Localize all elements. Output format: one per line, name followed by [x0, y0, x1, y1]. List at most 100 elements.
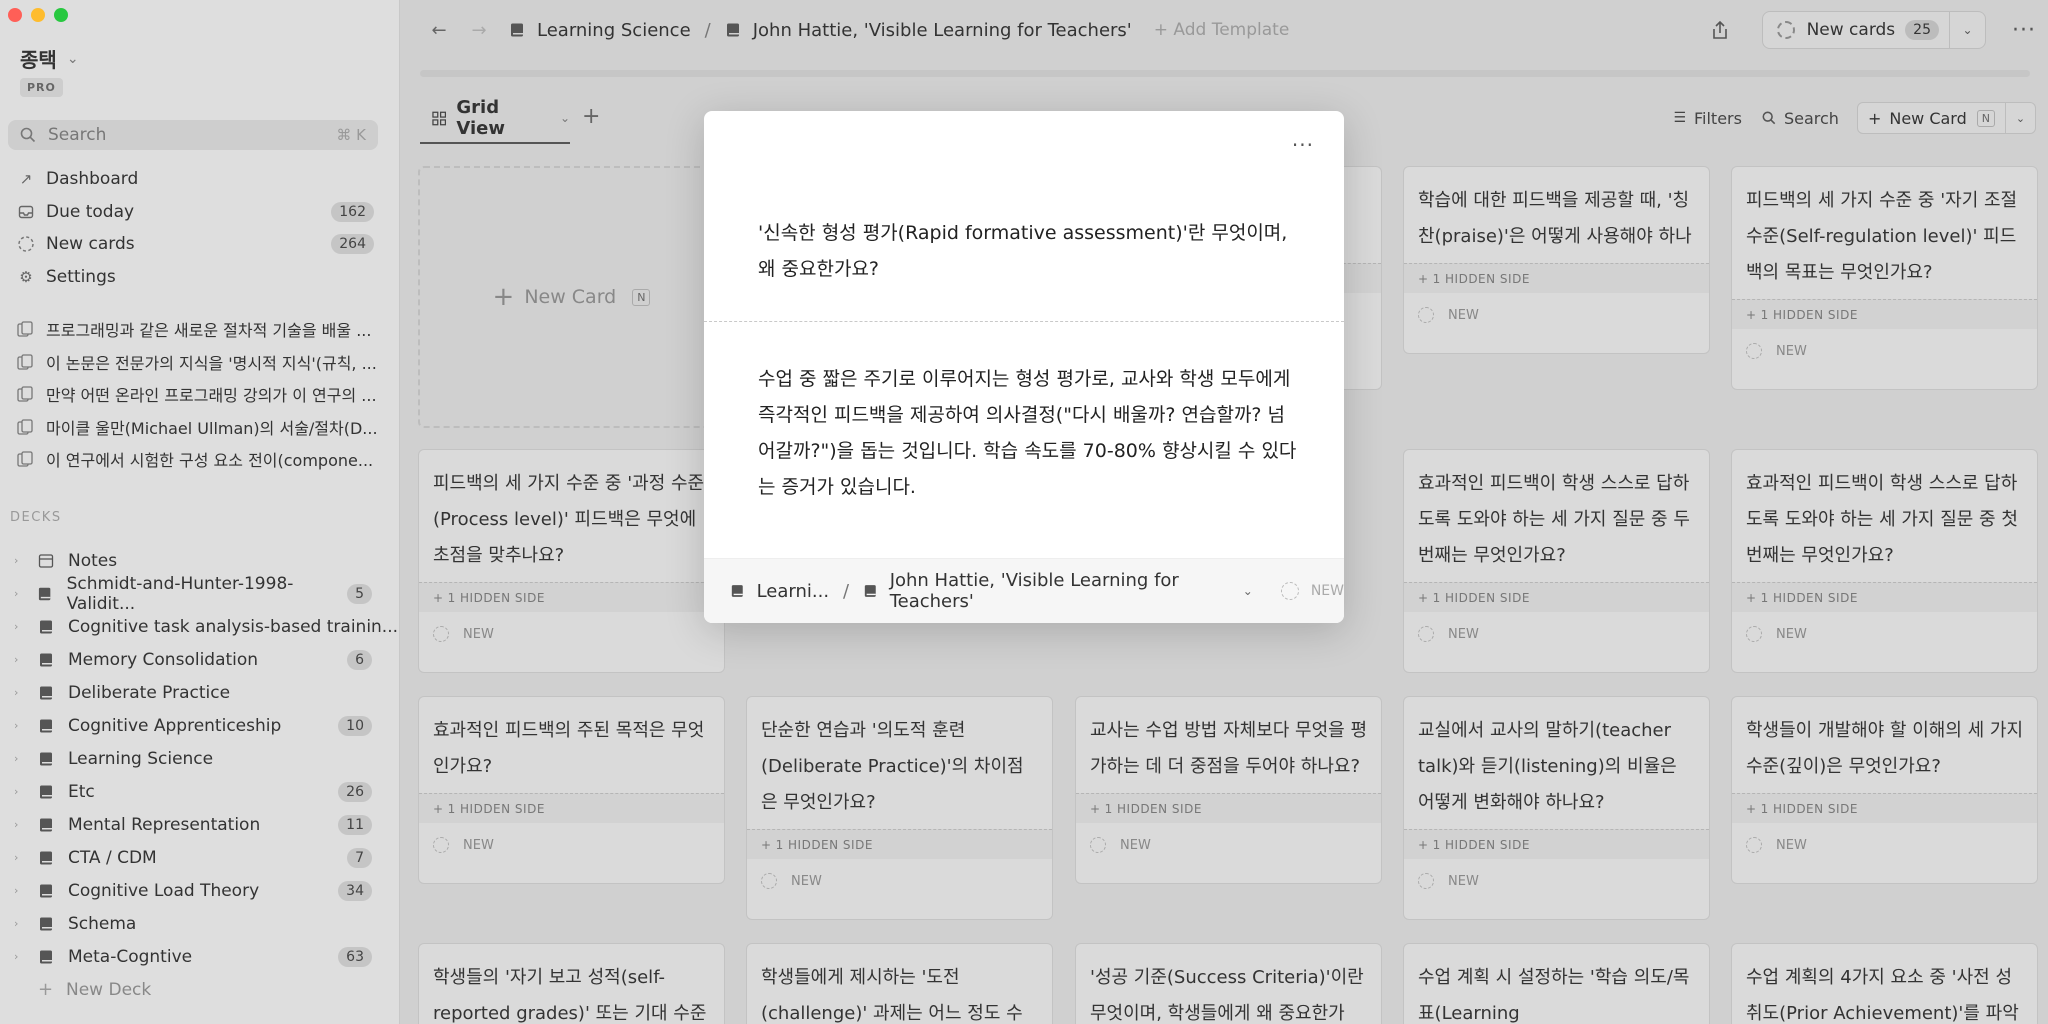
share-icon: [1712, 20, 1727, 39]
sidebar-deck-item[interactable]: › Cognitive Load Theory 34: [0, 874, 400, 907]
sidebar-deck-item[interactable]: › Mental Representation 11: [0, 808, 400, 841]
sidebar-deck-item[interactable]: › Deliberate Practice: [0, 676, 400, 709]
new-card-dropdown[interactable]: ⌄: [2006, 102, 2036, 134]
chevron-down-icon: ⌄: [2015, 111, 2026, 125]
sidebar-item-dashboard[interactable]: ↗ Dashboard: [0, 163, 400, 196]
list-item[interactable]: 만약 어떤 온라인 프로그래밍 강의가 이 연구의 ...: [0, 378, 400, 411]
chevron-right-icon[interactable]: ›: [14, 785, 28, 798]
card-status-label: NEW: [1448, 626, 1479, 642]
list-item[interactable]: 프로그래밍과 같은 새로운 절차적 기술을 배울 ...: [0, 313, 400, 346]
sidebar-deck-item[interactable]: › Learning Science: [0, 742, 400, 775]
card-detail-modal: ··· '신속한 형성 평가(Rapid formative assessmen…: [704, 111, 1344, 623]
list-item[interactable]: 마이클 울만(Michael Ullman)의 서술/절차(D...: [0, 411, 400, 444]
study-new-cards-button[interactable]: New cards 25: [1761, 11, 1950, 49]
chevron-right-icon[interactable]: ›: [14, 587, 27, 600]
dashed-circle-icon: [1418, 873, 1434, 889]
sidebar-deck-item[interactable]: › Schmidt-and-Hunter-1998-Validit... 5: [0, 574, 400, 614]
flashcard[interactable]: 피드백의 세 가지 수준 중 '자기 조절 수준(Self-regulation…: [1731, 166, 2038, 390]
hidden-side-label: 1 HIDDEN SIDE: [1760, 307, 1858, 322]
sidebar-deck-item[interactable]: › Notes: [0, 544, 400, 577]
list-item[interactable]: 이 논문은 전문가의 지식을 '명시적 지식'(규칙, ...: [0, 346, 400, 379]
sidebar-deck-item[interactable]: › Cognitive Apprenticeship 10: [0, 709, 400, 742]
add-template-button[interactable]: + Add Template: [1154, 20, 1290, 40]
sidebar-deck-item[interactable]: › Cognitive task analysis-based trainin..…: [0, 610, 400, 643]
new-deck-button[interactable]: + New Deck: [0, 973, 400, 1006]
search-button[interactable]: Search: [1762, 109, 1839, 128]
card-status-label: NEW: [1776, 626, 1807, 642]
hidden-side-label: 1 HIDDEN SIDE: [775, 837, 873, 852]
flashcard[interactable]: 학생들에게 제시하는 '도전(challenge)' 과제는 어느 정도 수준이: [746, 943, 1053, 1024]
card-status: NEW: [1418, 873, 1479, 889]
sidebar-item-new-cards[interactable]: New cards 264: [0, 228, 400, 261]
dashed-circle-icon: [433, 837, 449, 853]
hidden-side-label: 1 HIDDEN SIDE: [447, 590, 545, 605]
sidebar-deck-item[interactable]: › Schema: [0, 907, 400, 940]
card-status-label: NEW: [1776, 837, 1807, 853]
flashcard[interactable]: 효과적인 피드백의 주된 목적은 무엇인가요? + 1 HIDDEN SIDE NE…: [418, 696, 725, 884]
flashcard[interactable]: 학생들이 개발해야 할 이해의 세 가지 수준(깊이)은 무엇인가요? + 1 H…: [1731, 696, 2038, 884]
chevron-right-icon[interactable]: ›: [14, 884, 28, 897]
close-window-button[interactable]: [8, 8, 22, 22]
workspace-switcher[interactable]: 종택 ⌄: [20, 44, 79, 73]
sidebar-deck-item[interactable]: › CTA / CDM 7: [0, 841, 400, 874]
cards-icon: [17, 386, 33, 402]
chevron-right-icon[interactable]: ›: [14, 818, 28, 831]
chevron-right-icon[interactable]: ›: [14, 851, 28, 864]
minimize-window-button[interactable]: [31, 8, 45, 22]
search-label: Search: [1783, 108, 1839, 128]
card-front-text[interactable]: '신속한 형성 평가(Rapid formative assessment)'란…: [758, 215, 1298, 287]
deck-label: Memory Consolidation: [68, 649, 259, 670]
back-arrow-icon[interactable]: ←: [419, 20, 459, 41]
chevron-right-icon[interactable]: ›: [14, 719, 28, 732]
filters-button[interactable]: ☰ Filters: [1673, 109, 1742, 128]
flashcard[interactable]: 수업 계획의 4가지 요소 중 '사전 성취도(Prior Achievemen…: [1731, 943, 2038, 1024]
breadcrumb-subdeck[interactable]: John Hattie, 'Visible Learning for Teach…: [753, 20, 1132, 41]
chevron-right-icon[interactable]: ›: [14, 752, 28, 765]
tab-grid-view[interactable]: Grid View ⌄: [420, 94, 570, 144]
flashcard[interactable]: 수업 계획 시 설정하는 '학습 의도/목표(Learning: [1403, 943, 1710, 1024]
plus-icon: +: [492, 282, 515, 312]
flashcard[interactable]: 단순한 연습과 '의도적 훈련(Deliberate Practice)'의 차…: [746, 696, 1053, 920]
add-view-button[interactable]: +: [582, 104, 600, 129]
breadcrumb: Learning Science / John Hattie, 'Visible…: [509, 20, 1132, 41]
card-status-label: NEW: [1120, 837, 1151, 853]
share-button[interactable]: [1700, 10, 1740, 50]
new-card-button[interactable]: + New Card N: [1856, 102, 2006, 134]
modal-footer: Learni... / John Hattie, 'Visible Learni…: [704, 558, 1344, 623]
flashcard[interactable]: 피드백의 세 가지 수준 중 '과정 수준(Process level)' 피드…: [418, 449, 725, 673]
decks-section-label: DECKS: [10, 510, 62, 525]
more-options-icon[interactable]: ···: [1292, 133, 1314, 157]
book-icon: [40, 653, 52, 666]
sidebar-item-due-today[interactable]: Due today 162: [0, 196, 400, 229]
forward-arrow-icon[interactable]: →: [459, 20, 499, 41]
add-template-label: Add Template: [1173, 20, 1290, 40]
flashcard[interactable]: '성공 기준(Success Criteria)'이란 무엇이며, 학생들에게 …: [1075, 943, 1382, 1024]
flashcard[interactable]: 효과적인 피드백이 학생 스스로 답하도록 도와야 하는 세 가지 질문 중 첫…: [1731, 449, 2038, 673]
sidebar-deck-item[interactable]: › Meta-Cogntive 63: [0, 940, 400, 973]
list-item[interactable]: 이 연구에서 시험한 구성 요소 전이(compone...: [0, 443, 400, 476]
new-card-placeholder[interactable]: + New Card N: [418, 166, 725, 428]
chevron-right-icon[interactable]: ›: [14, 554, 28, 567]
chevron-right-icon[interactable]: ›: [14, 653, 28, 666]
chevron-right-icon[interactable]: ›: [14, 686, 28, 699]
flashcard[interactable]: 교실에서 교사의 말하기(teacher talk)와 듣기(listening…: [1403, 696, 1710, 920]
flashcard[interactable]: 효과적인 피드백이 학생 스스로 답하도록 도와야 하는 세 가지 질문 중 두…: [1403, 449, 1710, 673]
flashcard[interactable]: 학습에 대한 피드백을 제공할 때, '칭찬(praise)'은 어떻게 사용해…: [1403, 166, 1710, 354]
study-options-dropdown[interactable]: ⌄: [1950, 11, 1986, 49]
sidebar-deck-item[interactable]: › Etc 26: [0, 775, 400, 808]
chevron-right-icon[interactable]: ›: [14, 950, 28, 963]
chevron-right-icon[interactable]: ›: [14, 917, 28, 930]
zoom-window-button[interactable]: [54, 8, 68, 22]
sidebar-item-label: Due today: [46, 201, 135, 222]
chevron-right-icon[interactable]: ›: [14, 620, 28, 633]
flashcard[interactable]: 교사는 수업 방법 자체보다 무엇을 평가하는 데 더 중점을 두어야 하나요?…: [1075, 696, 1382, 884]
sidebar-deck-item[interactable]: › Memory Consolidation 6: [0, 643, 400, 676]
sidebar-search[interactable]: Search ⌘ K: [8, 120, 378, 150]
more-options-icon[interactable]: ···: [2004, 18, 2044, 43]
breadcrumb-deck[interactable]: Learning Science: [537, 20, 691, 41]
modal-deck-link[interactable]: Learni...: [757, 581, 829, 602]
flashcard[interactable]: 학생들의 '자기 보고 성적(self-reported grades)' 또는…: [418, 943, 725, 1024]
modal-subdeck-select[interactable]: John Hattie, 'Visible Learning for Teach…: [890, 570, 1235, 612]
sidebar-item-settings[interactable]: ⚙ Settings: [0, 261, 400, 294]
card-back-text[interactable]: 수업 중 짧은 주기로 이루어지는 형성 평가로, 교사와 학생 모두에게 즉각…: [758, 361, 1298, 505]
